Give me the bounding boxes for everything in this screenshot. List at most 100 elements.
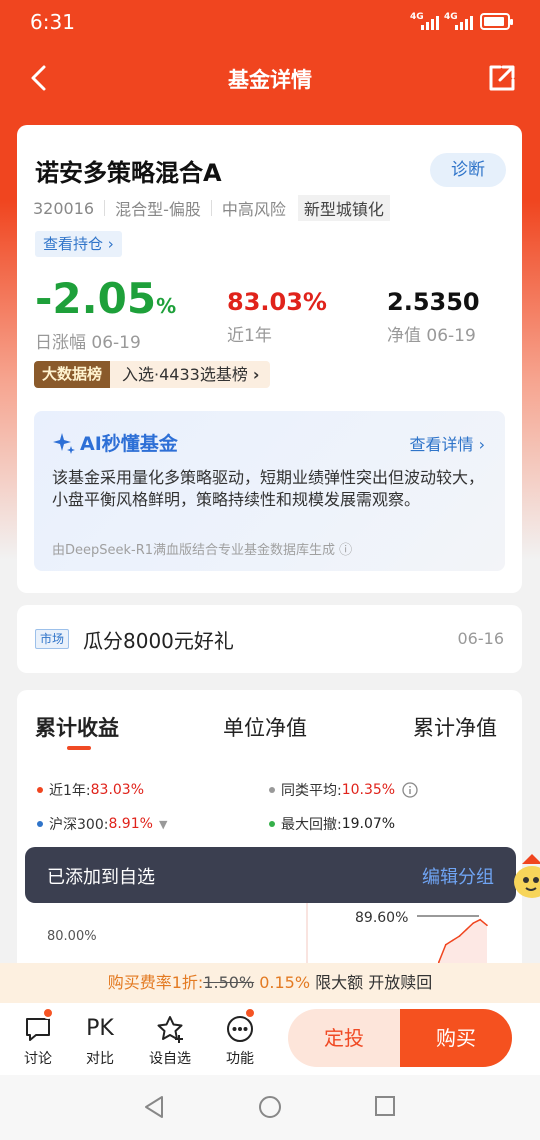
discuss-button[interactable]: 讨论 [10,1013,66,1068]
legend-max-drawdown: 最大回撤: 19.07% [269,814,395,834]
edit-group-link[interactable]: 编辑分组 [422,863,494,889]
nav-metric: 2.5350 净值 06-19 [387,287,480,346]
series-point [465,928,468,931]
legend-dot [269,787,275,793]
functions-label: 功能 [226,1051,254,1067]
legend-label: 沪深300: [49,817,109,833]
return-line-chart: 80.00% 89.60% [47,900,488,964]
fund-risk: 中高风险 [221,200,286,219]
fund-type: 混合型-偏股 [115,200,201,219]
system-home-icon[interactable] [258,1095,282,1119]
fund-theme-tag[interactable]: 新型城镇化 [297,195,390,221]
series-point [472,922,475,924]
legend-value: 8.91% [108,816,153,832]
status-time: 6:31 [30,10,75,34]
fund-summary-card: 诺安多策略混合A 诊断 320016 混合型-偏股 中高风险 新型城镇化 查看持… [17,125,522,593]
notification-dot [244,1007,256,1019]
fund-tags: 320016 混合型-偏股 中高风险 新型城镇化 [33,195,390,221]
page-title: 基金详情 [228,68,312,92]
series-group [432,918,488,964]
compare-button[interactable]: PK 对比 [72,1013,128,1068]
series-point [479,918,481,921]
legend-value: 10.35% [341,782,396,798]
battery-icon [480,13,513,30]
series-point [451,939,454,942]
chart-tabs: 累计收益 单位净值 累计净值 [17,712,522,752]
bigdata-badge: 大数据榜 [34,361,111,388]
redeem-status: 开放赎回 [368,973,433,992]
ai-title: AI秒懂基金 [52,429,178,456]
ai-view-detail-link[interactable]: 查看详情 › [410,431,486,455]
nav-bar: 基金详情 [0,52,540,104]
fee-discounted: 0.15% [259,973,311,992]
star-plus-icon [157,1016,183,1043]
buy-button[interactable]: 购买 [400,1009,512,1067]
year-return-label: 近1年 [227,326,272,346]
legend-label: 近1年: [49,783,91,799]
nav-value: 2.5350 [387,288,480,316]
auto-invest-button[interactable]: 定投 [288,1009,400,1067]
legend-peer-average: 同类平均: 10.35% [269,780,419,800]
system-back-icon[interactable] [143,1095,165,1119]
watchlist-label: 设自选 [149,1051,191,1067]
legend-dot [269,821,275,827]
compare-label: 对比 [86,1051,114,1067]
tag-divider [104,200,106,216]
view-holdings-link[interactable]: 查看持仓 › [35,231,122,257]
legend-label: 同类平均: [281,783,342,799]
diagnose-button[interactable]: 诊断 [430,153,506,187]
legend-csi300[interactable]: 沪深300: 8.91% ▼ [37,814,167,834]
series-point [486,924,488,927]
tab-unit-nav[interactable]: 单位净值 [223,712,307,742]
legend-dot [37,787,43,793]
nav-label: 净值 06-19 [387,326,476,346]
fee-limit: 限大额 [315,973,364,992]
fee-info-bar: 购买费率1折:1.50% 0.15% 限大额 开放赎回 [0,963,540,1003]
tab-cumulative-nav[interactable]: 累计净值 [413,712,497,742]
fee-prefix: 购买费率1折: [107,973,204,992]
daily-change-value: -2.05 [35,274,157,323]
series-point [458,935,461,937]
functions-button[interactable]: 功能 [212,1013,268,1068]
bottom-action-bar: 讨论 PK 对比 设自选 功能 定投 购买 [0,1003,540,1075]
notification-dot [42,1007,54,1019]
add-watchlist-button[interactable]: 设自选 [142,1013,198,1068]
series-point [444,943,447,946]
toast-added-watchlist: 已添加到自选 编辑分组 [25,847,516,903]
year-return-value: 83.03% [227,288,327,316]
news-card[interactable]: 市场 瓜分8000元好礼 06-16 [17,605,522,673]
share-icon[interactable] [486,62,518,94]
fee-original: 1.50% [203,973,255,992]
tab-cumulative-return[interactable]: 累计收益 [35,712,119,742]
legend-year: 近1年: 83.03% [37,780,144,800]
bigdata-ranking-banner[interactable]: 大数据榜 入选·4433选基榜 › [34,361,270,388]
news-tag: 市场 [35,629,70,649]
active-tab-indicator [67,746,91,750]
ai-title-text: AI秒懂基金 [80,433,178,455]
signal-strength-icon-2 [455,14,473,30]
daily-change-unit: % [156,294,177,318]
signal-strength-icon [421,14,439,30]
year-return-metric: 83.03% 近1年 [227,287,327,346]
chevron-right-icon: › [252,365,260,384]
toast-message: 已添加到自选 [47,867,155,888]
discuss-label: 讨论 [24,1051,52,1067]
news-date: 06-16 [457,629,505,648]
legend-value: 83.03% [90,782,145,798]
caret-down-icon: ▼ [158,817,168,831]
legend-value: 19.07% [341,816,396,832]
ai-footer-note: 由DeepSeek-R1满血版结合专业基金数据库生成 ⓘ [52,543,353,558]
system-recents-icon[interactable] [374,1095,396,1117]
fund-name: 诺安多策略混合A [35,159,222,187]
y-axis-tick: 80.00% [47,929,97,944]
legend-label: 最大回撤: [281,817,342,833]
news-title: 瓜分8000元好礼 [83,629,234,653]
daily-change-label: 日涨幅 06-19 [35,333,141,353]
info-icon[interactable] [401,781,419,799]
tag-divider [210,200,212,216]
peak-annotation: 89.60% [355,910,408,926]
fund-code: 320016 [33,198,95,218]
daily-change-metric: -2.05% 日涨幅 06-19 [35,274,177,354]
mascot-icon[interactable] [512,850,540,902]
status-bar: 6:31 4G 4G [0,0,540,44]
